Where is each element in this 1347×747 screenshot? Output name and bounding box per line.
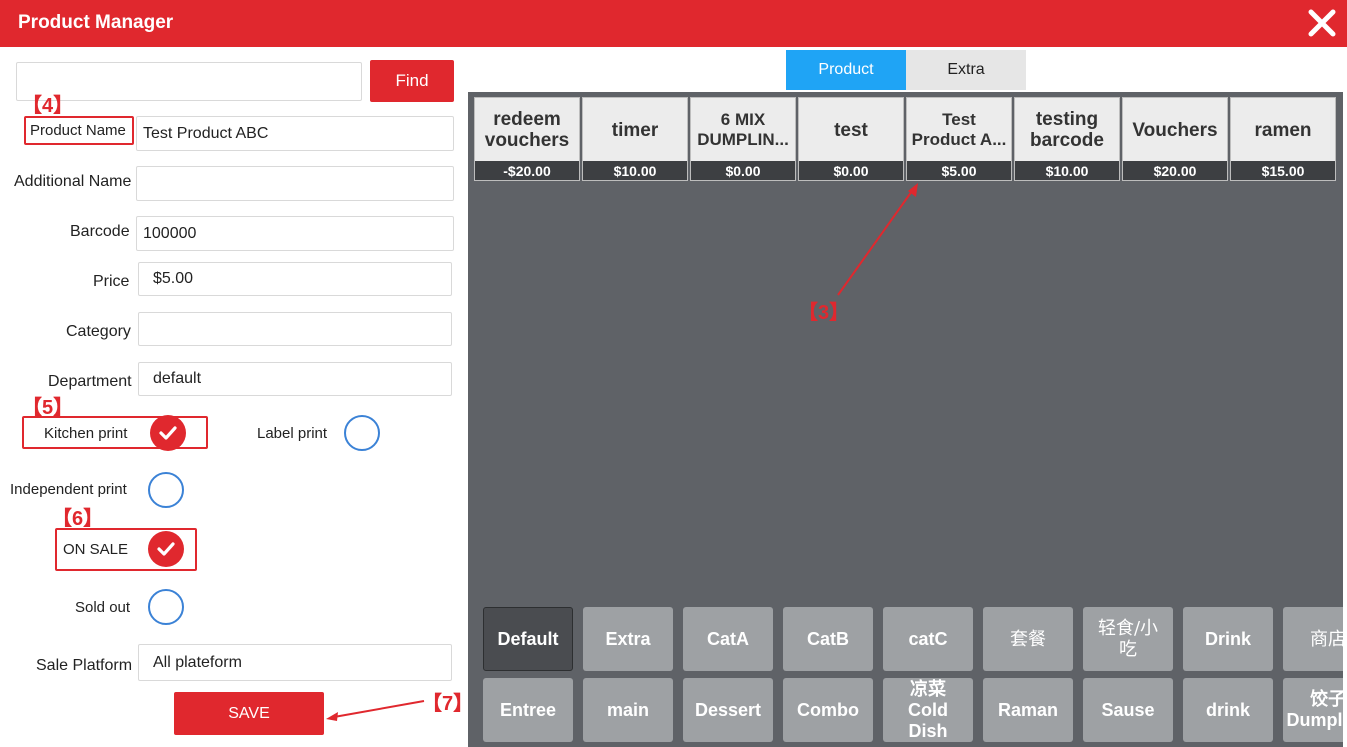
product-tile-price: $10.00	[583, 161, 687, 180]
product-tile-price: -$20.00	[475, 161, 579, 180]
price-field[interactable]: $5.00	[138, 262, 452, 296]
find-button[interactable]: Find	[370, 60, 454, 102]
product-tile-price: $0.00	[691, 161, 795, 180]
category-label: Category	[66, 323, 131, 340]
price-label: Price	[93, 273, 130, 290]
sale-platform-field[interactable]: All plateform	[138, 644, 452, 681]
category-button[interactable]: CatB	[783, 607, 873, 671]
title-bar: Product Manager	[0, 0, 1347, 47]
category-field[interactable]	[138, 312, 452, 346]
category-button[interactable]: Raman	[983, 678, 1073, 742]
category-bar: Default Extra CatA CatB catC 套餐 轻食/小吃 Dr…	[468, 602, 1343, 747]
tab-product[interactable]: Product	[786, 50, 906, 90]
independent-print-label: Independent print	[10, 481, 127, 498]
on-sale-label: ON SALE	[63, 541, 129, 558]
annotation-4: 【4】	[22, 95, 74, 117]
category-button[interactable]: main	[583, 678, 673, 742]
check-icon	[159, 426, 177, 440]
product-tile[interactable]: Test Product A... $5.00	[906, 97, 1012, 181]
category-button[interactable]: Dessert	[683, 678, 773, 742]
product-tile-name: redeem vouchers	[484, 109, 570, 151]
product-tile-name: timer	[611, 119, 659, 141]
label-print-label: Label print	[257, 425, 328, 442]
product-tile[interactable]: timer $10.00	[582, 97, 688, 181]
product-tile[interactable]: 6 MIX DUMPLIN... $0.00	[690, 97, 796, 181]
product-tile-name: ramen	[1254, 119, 1312, 141]
product-tile-name: Vouchers	[1132, 119, 1218, 141]
category-button[interactable]: catC	[883, 607, 973, 671]
label-print-toggle[interactable]	[344, 415, 380, 451]
product-tile[interactable]: testing barcode $10.00	[1014, 97, 1120, 181]
additional-name-label: Additional Name	[14, 173, 132, 190]
product-name-label: Product Name	[30, 122, 126, 139]
barcode-label: Barcode	[70, 223, 130, 240]
product-tile-name: Test Product A...	[911, 110, 1007, 149]
category-button[interactable]: Entree	[483, 678, 573, 742]
product-tile[interactable]: test $0.00	[798, 97, 904, 181]
category-button[interactable]: 商店	[1283, 607, 1343, 671]
tab-bar: Product Extra	[468, 47, 1343, 92]
additional-name-field[interactable]	[136, 166, 454, 201]
category-button[interactable]: 轻食/小吃	[1083, 607, 1173, 671]
product-form-panel: Find 【4】 Product Name Test Product ABC A…	[0, 47, 473, 747]
tab-extra[interactable]: Extra	[906, 50, 1026, 90]
product-browser-panel: Product Extra redeem vouchers -$20.00 ti…	[468, 47, 1347, 747]
barcode-field[interactable]: 100000	[136, 216, 454, 251]
sold-out-toggle[interactable]	[148, 589, 184, 625]
product-tile-name: 6 MIX DUMPLIN...	[697, 110, 789, 149]
category-button[interactable]: Drink	[1183, 607, 1273, 671]
product-tile-price: $20.00	[1123, 161, 1227, 180]
independent-print-toggle[interactable]	[148, 472, 184, 508]
category-button[interactable]: CatA	[683, 607, 773, 671]
sold-out-label: Sold out	[75, 599, 131, 616]
category-button[interactable]: Default	[483, 607, 573, 671]
product-tile-price: $15.00	[1231, 161, 1335, 180]
product-tile-name: test	[834, 119, 868, 141]
close-icon[interactable]	[1307, 8, 1337, 38]
category-button[interactable]: drink	[1183, 678, 1273, 742]
kitchen-print-toggle[interactable]	[150, 415, 186, 451]
annotation-arrow-product	[837, 183, 918, 296]
window-title: Product Manager	[18, 12, 174, 33]
product-name-field[interactable]: Test Product ABC	[136, 116, 454, 151]
annotation-arrow-save	[326, 700, 425, 721]
category-button[interactable]: 套餐	[983, 607, 1073, 671]
sale-platform-label: Sale Platform	[36, 657, 133, 674]
category-button[interactable]: Combo	[783, 678, 873, 742]
category-button[interactable]: Extra	[583, 607, 673, 671]
category-button[interactable]: 凉菜 Cold Dish	[883, 678, 973, 742]
product-tile-name: testing barcode	[1030, 109, 1104, 151]
scrollbar[interactable]	[1343, 47, 1347, 747]
category-button[interactable]: Sause	[1083, 678, 1173, 742]
department-label: Department	[48, 373, 132, 390]
product-tile[interactable]: Vouchers $20.00	[1122, 97, 1228, 181]
product-tile[interactable]: ramen $15.00	[1230, 97, 1336, 181]
product-tile-price: $10.00	[1015, 161, 1119, 180]
category-button[interactable]: 饺子 Dumpling	[1283, 678, 1343, 742]
product-tile[interactable]: redeem vouchers -$20.00	[474, 97, 580, 181]
check-icon	[157, 542, 175, 556]
annotation-6: 【6】	[52, 508, 104, 530]
department-field[interactable]: default	[138, 362, 452, 396]
kitchen-print-label: Kitchen print	[44, 425, 128, 442]
product-grid: redeem vouchers -$20.00 timer $10.00 6 M…	[468, 92, 1343, 602]
save-button[interactable]: SAVE	[174, 692, 324, 735]
on-sale-toggle[interactable]	[148, 531, 184, 567]
